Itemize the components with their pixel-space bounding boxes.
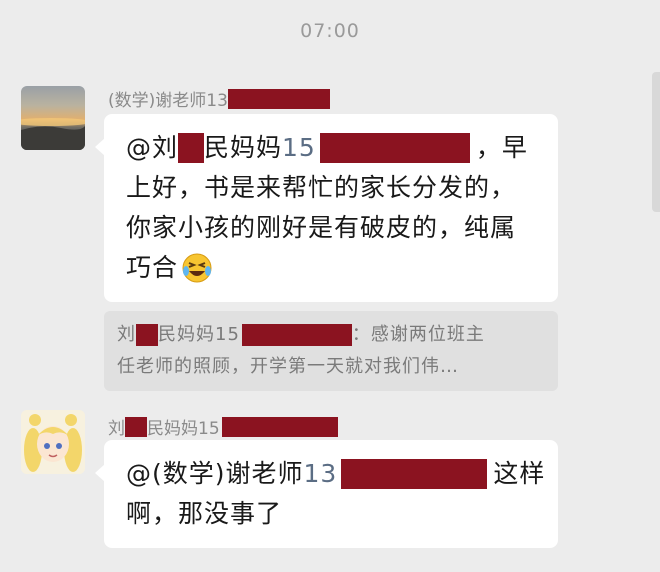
mention-prefix: @刘 (126, 133, 179, 162)
quote-line2: 任老师的照顾，开学第一天就对我们伟… (117, 356, 459, 377)
quote-name-a: 刘 (117, 324, 136, 345)
quote-line1-tail: ：感谢两位班主 (351, 324, 485, 345)
message-line2: 啊，那没事了 (126, 499, 283, 528)
quoted-message[interactable]: 刘 民妈妈15 ：感谢两位班主 任老师的照顾，开学第一天就对我们伟… (104, 311, 558, 391)
message-line2: 上好，书是来帮忙的家长分发的， (126, 173, 517, 202)
laughing-tears-emoji-icon (182, 253, 212, 283)
sender-name-teacher: (数学)谢老师13 (108, 86, 330, 111)
scrollbar[interactable] (652, 72, 660, 212)
message-line1-tail: 这样 (493, 459, 546, 488)
redaction-block (241, 324, 352, 346)
mention-name: 民妈妈 (204, 133, 283, 162)
sender-label-a: 刘 (108, 419, 125, 439)
message-line1-tail: ，早 (475, 133, 528, 162)
mention-number: 15 (282, 133, 316, 162)
redaction-block (341, 459, 488, 489)
anime-girl-icon (21, 410, 85, 474)
avatar-teacher[interactable] (21, 86, 85, 150)
message-text: @(数学)谢老师 13 这样 啊，那没事了 (126, 454, 546, 534)
sender-label-b: 民妈妈15 (147, 419, 220, 439)
sunset-photo-icon (21, 118, 85, 150)
message-line3: 你家小孩的刚好是有破皮的，纯属 (126, 213, 517, 242)
redaction-block (178, 133, 205, 163)
quote-name-b: 民妈妈15 (158, 324, 240, 345)
message-line4: 巧合 (126, 253, 179, 282)
sender-name-parent: 刘 民妈妈15 (108, 414, 338, 439)
redaction-block (125, 416, 147, 437)
message-text: @刘 民妈妈 15 ，早 上好，书是来帮忙的家长分发的， 你家小孩的刚好是有破皮… (126, 128, 546, 288)
redaction-block (221, 416, 338, 437)
redaction-block (319, 133, 470, 163)
timestamp: 07:00 (300, 20, 360, 42)
mention-prefix: @(数学)谢老师 (126, 459, 304, 488)
redaction-block (136, 324, 158, 346)
redaction-block (227, 88, 330, 109)
sender-label: (数学)谢老师13 (108, 91, 228, 111)
avatar-parent[interactable] (21, 410, 85, 474)
message-bubble[interactable]: @刘 民妈妈 15 ，早 上好，书是来帮忙的家长分发的， 你家小孩的刚好是有破皮… (95, 114, 558, 302)
quote-text: 刘 民妈妈15 ：感谢两位班主 任老师的照顾，开学第一天就对我们伟… (117, 319, 547, 383)
mention-number: 13 (303, 459, 338, 488)
message-bubble[interactable]: @(数学)谢老师 13 这样 啊，那没事了 (95, 440, 558, 548)
